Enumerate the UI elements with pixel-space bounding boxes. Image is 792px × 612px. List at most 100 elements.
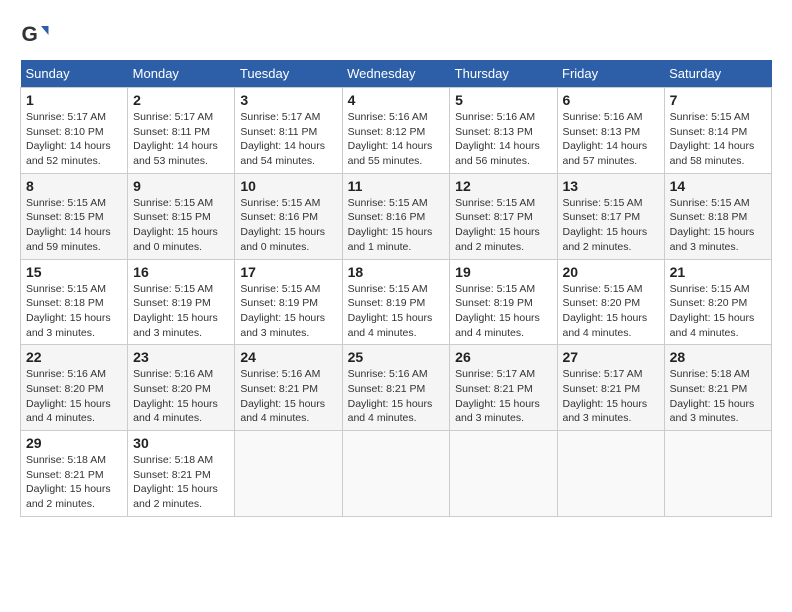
day-detail-7: Sunrise: 5:15 AMSunset: 8:14 PMDaylight:… (670, 110, 766, 169)
day-cell-17: 17Sunrise: 5:15 AMSunset: 8:19 PMDayligh… (235, 259, 342, 345)
day-detail-9: Sunrise: 5:15 AMSunset: 8:15 PMDaylight:… (133, 196, 229, 255)
week-row-2: 8 Sunrise: 5:15 AMSunset: 8:15 PMDaylight… (21, 173, 772, 259)
day-cell-10: 10 Sunrise: 5:15 AMSunset: 8:16 PMDayligh… (235, 173, 342, 259)
day-cell-9: 9 Sunrise: 5:15 AMSunset: 8:15 PMDaylight… (128, 173, 235, 259)
weekday-header-row: Sunday Monday Tuesday Wednesday Thursday… (21, 60, 772, 88)
day-detail-21: Sunrise: 5:15 AMSunset: 8:20 PMDaylight:… (670, 282, 766, 341)
day-number-5: 5 (455, 92, 551, 108)
day-cell-22: 22 Sunrise: 5:16 AMSunset: 8:20 PMDayligh… (21, 345, 128, 431)
day-detail-30: Sunrise: 5:18 AMSunset: 8:21 PMDaylight:… (133, 453, 229, 512)
day-cell-2: 2 Sunrise: 5:17 AMSunset: 8:11 PMDaylight… (128, 88, 235, 174)
day-cell-1: 1 Sunrise: 5:17 AMSunset: 8:10 PMDaylight… (21, 88, 128, 174)
week-row-5: 29 Sunrise: 5:18 AMSunset: 8:21 PMDayligh… (21, 431, 772, 517)
day-detail-26: Sunrise: 5:17 AMSunset: 8:21 PMDaylight:… (455, 367, 551, 426)
header: G (20, 20, 772, 50)
day-number-10: 10 (240, 178, 336, 194)
week-row-4: 22 Sunrise: 5:16 AMSunset: 8:20 PMDayligh… (21, 345, 772, 431)
day-detail-29: Sunrise: 5:18 AMSunset: 8:21 PMDaylight:… (26, 453, 122, 512)
day-detail-20: Sunrise: 5:15 AMSunset: 8:20 PMDaylight:… (563, 282, 659, 341)
day-number-15: 15 (26, 264, 122, 280)
empty-cell (235, 431, 342, 517)
logo-icon: G (20, 20, 50, 50)
day-detail-22: Sunrise: 5:16 AMSunset: 8:20 PMDaylight:… (26, 367, 122, 426)
empty-cell (450, 431, 557, 517)
header-tuesday: Tuesday (235, 60, 342, 88)
day-number-24: 24 (240, 349, 336, 365)
day-number-4: 4 (348, 92, 445, 108)
day-detail-18: Sunrise: 5:15 AMSunset: 8:19 PMDaylight:… (348, 282, 445, 341)
day-detail-24: Sunrise: 5:16 AMSunset: 8:21 PMDaylight:… (240, 367, 336, 426)
day-cell-5: 5Sunrise: 5:16 AMSunset: 8:13 PMDaylight… (450, 88, 557, 174)
header-saturday: Saturday (664, 60, 771, 88)
day-cell-3: 3 Sunrise: 5:17 AMSunset: 8:11 PMDaylight… (235, 88, 342, 174)
day-number-8: 8 (26, 178, 122, 194)
day-number-28: 28 (670, 349, 766, 365)
day-number-19: 19 (455, 264, 551, 280)
day-cell-27: 27Sunrise: 5:17 AMSunset: 8:21 PMDayligh… (557, 345, 664, 431)
day-number-23: 23 (133, 349, 229, 365)
day-cell-18: 18 Sunrise: 5:15 AMSunset: 8:19 PMDayligh… (342, 259, 450, 345)
empty-cell (557, 431, 664, 517)
day-cell-20: 20Sunrise: 5:15 AMSunset: 8:20 PMDayligh… (557, 259, 664, 345)
header-wednesday: Wednesday (342, 60, 450, 88)
day-detail-3: Sunrise: 5:17 AMSunset: 8:11 PMDaylight:… (240, 110, 336, 169)
day-cell-15: 15 Sunrise: 5:15 AMSunset: 8:18 PMDayligh… (21, 259, 128, 345)
header-thursday: Thursday (450, 60, 557, 88)
day-cell-11: 11 Sunrise: 5:15 AMSunset: 8:16 PMDayligh… (342, 173, 450, 259)
day-detail-27: Sunrise: 5:17 AMSunset: 8:21 PMDaylight:… (563, 367, 659, 426)
day-number-13: 13 (563, 178, 659, 194)
day-cell-28: 28Sunrise: 5:18 AMSunset: 8:21 PMDayligh… (664, 345, 771, 431)
day-cell-13: 13 Sunrise: 5:15 AMSunset: 8:17 PMDayligh… (557, 173, 664, 259)
day-cell-21: 21 Sunrise: 5:15 AMSunset: 8:20 PMDayligh… (664, 259, 771, 345)
header-friday: Friday (557, 60, 664, 88)
day-cell-14: 14 Sunrise: 5:15 AMSunset: 8:18 PMDayligh… (664, 173, 771, 259)
day-number-25: 25 (348, 349, 445, 365)
day-number-21: 21 (670, 264, 766, 280)
day-cell-12: 12Sunrise: 5:15 AMSunset: 8:17 PMDayligh… (450, 173, 557, 259)
day-number-3: 3 (240, 92, 336, 108)
day-cell-16: 16Sunrise: 5:15 AMSunset: 8:19 PMDayligh… (128, 259, 235, 345)
empty-cell (342, 431, 450, 517)
day-detail-2: Sunrise: 5:17 AMSunset: 8:11 PMDaylight:… (133, 110, 229, 169)
day-detail-14: Sunrise: 5:15 AMSunset: 8:18 PMDaylight:… (670, 196, 766, 255)
day-cell-8: 8 Sunrise: 5:15 AMSunset: 8:15 PMDaylight… (21, 173, 128, 259)
day-number-1: 1 (26, 92, 122, 108)
day-cell-24: 24 Sunrise: 5:16 AMSunset: 8:21 PMDayligh… (235, 345, 342, 431)
day-cell-4: 4Sunrise: 5:16 AMSunset: 8:12 PMDaylight… (342, 88, 450, 174)
day-detail-6: Sunrise: 5:16 AMSunset: 8:13 PMDaylight:… (563, 110, 659, 169)
day-detail-13: Sunrise: 5:15 AMSunset: 8:17 PMDaylight:… (563, 196, 659, 255)
day-number-26: 26 (455, 349, 551, 365)
day-number-2: 2 (133, 92, 229, 108)
day-number-17: 17 (240, 264, 336, 280)
day-number-7: 7 (670, 92, 766, 108)
day-cell-19: 19Sunrise: 5:15 AMSunset: 8:19 PMDayligh… (450, 259, 557, 345)
day-detail-23: Sunrise: 5:16 AMSunset: 8:20 PMDaylight:… (133, 367, 229, 426)
calendar-table: Sunday Monday Tuesday Wednesday Thursday… (20, 60, 772, 517)
day-number-29: 29 (26, 435, 122, 451)
day-cell-29: 29 Sunrise: 5:18 AMSunset: 8:21 PMDayligh… (21, 431, 128, 517)
logo: G (20, 20, 54, 50)
day-number-22: 22 (26, 349, 122, 365)
day-number-18: 18 (348, 264, 445, 280)
week-row-3: 15 Sunrise: 5:15 AMSunset: 8:18 PMDayligh… (21, 259, 772, 345)
day-number-9: 9 (133, 178, 229, 194)
day-number-30: 30 (133, 435, 229, 451)
day-detail-25: Sunrise: 5:16 AMSunset: 8:21 PMDaylight:… (348, 367, 445, 426)
day-number-6: 6 (563, 92, 659, 108)
day-cell-30: 30 Sunrise: 5:18 AMSunset: 8:21 PMDayligh… (128, 431, 235, 517)
day-number-12: 12 (455, 178, 551, 194)
header-sunday: Sunday (21, 60, 128, 88)
day-cell-25: 25 Sunrise: 5:16 AMSunset: 8:21 PMDayligh… (342, 345, 450, 431)
svg-text:G: G (22, 23, 38, 46)
day-number-14: 14 (670, 178, 766, 194)
week-row-1: 1 Sunrise: 5:17 AMSunset: 8:10 PMDaylight… (21, 88, 772, 174)
day-detail-11: Sunrise: 5:15 AMSunset: 8:16 PMDaylight:… (348, 196, 445, 255)
day-cell-23: 23 Sunrise: 5:16 AMSunset: 8:20 PMDayligh… (128, 345, 235, 431)
day-detail-15: Sunrise: 5:15 AMSunset: 8:18 PMDaylight:… (26, 282, 122, 341)
day-detail-8: Sunrise: 5:15 AMSunset: 8:15 PMDaylight:… (26, 196, 122, 255)
header-monday: Monday (128, 60, 235, 88)
day-cell-7: 7 Sunrise: 5:15 AMSunset: 8:14 PMDaylight… (664, 88, 771, 174)
day-number-11: 11 (348, 178, 445, 194)
day-detail-10: Sunrise: 5:15 AMSunset: 8:16 PMDaylight:… (240, 196, 336, 255)
day-detail-1: Sunrise: 5:17 AMSunset: 8:10 PMDaylight:… (26, 110, 122, 169)
